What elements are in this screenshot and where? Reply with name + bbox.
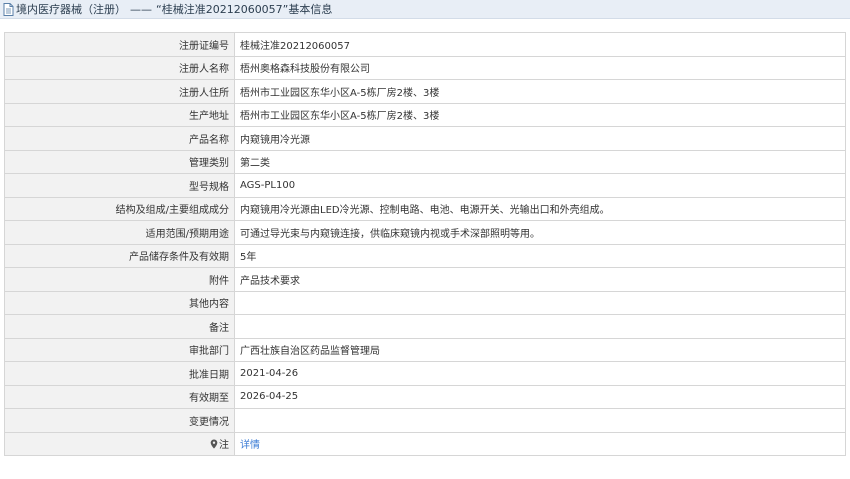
field-label-text: 注册证编号 — [179, 40, 229, 52]
table-row: 批准日期 2021-04-26 — [4, 361, 846, 386]
field-value-text: 梧州奥格森科技股份有限公司 — [240, 64, 370, 76]
field-value-text: 产品技术要求 — [240, 275, 300, 287]
field-value-text: 内窥镜用冷光源 — [240, 134, 310, 146]
field-value: 梧州市工业园区东华小区A-5栋厂房2楼、3楼 — [234, 102, 846, 127]
field-value — [234, 408, 846, 433]
field-label: 附件 — [4, 267, 235, 292]
field-label-text: 批准日期 — [189, 369, 229, 381]
table-row: 产品名称 内窥镜用冷光源 — [4, 126, 846, 151]
field-value: 可通过导光束与内窥镜连接，供临床窥镜内视或手术深部照明等用。 — [234, 220, 846, 245]
field-label: 注册人名称 — [4, 55, 235, 80]
field-value-text: 广西壮族自治区药品监督管理局 — [240, 346, 380, 358]
table-row: 审批部门 广西壮族自治区药品监督管理局 — [4, 337, 846, 362]
field-value: 广西壮族自治区药品监督管理局 — [234, 337, 846, 362]
header-section: 境内医疗器械（注册） — [16, 3, 126, 16]
field-label-text: 注册人名称 — [179, 64, 229, 76]
field-label-text: 变更情况 — [189, 416, 229, 428]
field-label: 其他内容 — [4, 290, 235, 315]
field-label-text: 产品储存条件及有效期 — [129, 252, 229, 264]
field-label: 产品储存条件及有效期 — [4, 243, 235, 268]
table-row: 结构及组成/主要组成成分 内窥镜用冷光源由LED冷光源、控制电路、电池、电源开关、… — [4, 196, 846, 221]
info-table: 注册证编号 桂械注准20212060057 注册人名称 梧州奥格森科技股份有限公司 注册… — [4, 32, 846, 456]
field-label-text: 备注 — [209, 322, 229, 334]
field-value-text: 梧州市工业园区东华小区A-5栋厂房2楼、3楼 — [240, 111, 440, 123]
field-label: 型号规格 — [4, 173, 235, 198]
field-value: 内窥镜用冷光源 — [234, 126, 846, 151]
table-row: 注册人住所 梧州市工业园区东华小区A-5栋厂房2楼、3楼 — [4, 79, 846, 104]
table-row: 生产地址 梧州市工业园区东华小区A-5栋厂房2楼、3楼 — [4, 102, 846, 127]
field-value: 梧州奥格森科技股份有限公司 — [234, 55, 846, 80]
header-record-title: “桂械注准20212060057”基本信息 — [156, 3, 333, 16]
field-value: 内窥镜用冷光源由LED冷光源、控制电路、电池、电源开关、光输出口和外壳组成。 — [234, 196, 846, 221]
table-row: 注册人名称 梧州奥格森科技股份有限公司 — [4, 55, 846, 80]
field-label-text: 适用范围/预期用途 — [145, 228, 229, 240]
field-value: 桂械注准20212060057 — [234, 32, 846, 57]
field-label: 生产地址 — [4, 102, 235, 127]
field-label-text: 附件 — [209, 275, 229, 287]
table-row: 注册证编号 桂械注准20212060057 — [4, 32, 846, 57]
field-label: 备注 — [4, 314, 235, 339]
field-value-text: 2021-04-26 — [240, 367, 299, 379]
field-label: 有效期至 — [4, 384, 235, 409]
field-value-text: 第二类 — [240, 158, 270, 170]
field-label: 审批部门 — [4, 337, 235, 362]
table-row: 注详情 — [4, 431, 846, 456]
table-row: 附件 产品技术要求 — [4, 267, 846, 292]
field-label-text: 型号规格 — [189, 181, 229, 193]
table-row: 适用范围/预期用途 可通过导光束与内窥镜连接，供临床窥镜内视或手术深部照明等用。 — [4, 220, 846, 245]
field-label-text: 注 — [219, 440, 229, 452]
table-row: 备注 — [4, 314, 846, 339]
field-label: 产品名称 — [4, 126, 235, 151]
field-value — [234, 314, 846, 339]
field-label: 注册证编号 — [4, 32, 235, 57]
field-label-text: 审批部门 — [189, 346, 229, 358]
field-value-text: 桂械注准20212060057 — [240, 40, 350, 52]
table-row: 管理类别 第二类 — [4, 149, 846, 174]
field-label-text: 注册人住所 — [179, 87, 229, 99]
field-value — [234, 290, 846, 315]
field-value: 2021-04-26 — [234, 361, 846, 386]
field-label-text: 结构及组成/主要组成成分 — [115, 205, 229, 217]
field-label-text: 产品名称 — [189, 134, 229, 146]
field-label: 变更情况 — [4, 408, 235, 433]
table-row: 产品储存条件及有效期 5年 — [4, 243, 846, 268]
field-value: 5年 — [234, 243, 846, 268]
table-row: 变更情况 — [4, 408, 846, 433]
page-header: 境内医疗器械（注册） —— “桂械注准20212060057”基本信息 — [0, 0, 850, 19]
field-label: 适用范围/预期用途 — [4, 220, 235, 245]
header-dash: —— — [130, 2, 152, 16]
field-label: 结构及组成/主要组成成分 — [4, 196, 235, 221]
document-icon — [3, 2, 14, 16]
table-row: 其他内容 — [4, 290, 846, 315]
field-label: 注册人住所 — [4, 79, 235, 104]
field-value: 2026-04-25 — [234, 384, 846, 409]
field-label-text: 有效期至 — [189, 393, 229, 405]
table-row: 型号规格 AGS-PL100 — [4, 173, 846, 198]
field-label-text: 其他内容 — [189, 299, 229, 311]
field-value-text: 梧州市工业园区东华小区A-5栋厂房2楼、3楼 — [240, 87, 440, 99]
field-value-text: 可通过导光束与内窥镜连接，供临床窥镜内视或手术深部照明等用。 — [240, 228, 540, 240]
field-value-text: 5年 — [240, 252, 257, 264]
field-label-text: 管理类别 — [189, 158, 229, 170]
field-value: 产品技术要求 — [234, 267, 846, 292]
field-value-text: AGS-PL100 — [240, 179, 296, 191]
field-value: 第二类 — [234, 149, 846, 174]
field-value: 梧州市工业园区东华小区A-5栋厂房2楼、3楼 — [234, 79, 846, 104]
field-label: 批准日期 — [4, 361, 235, 386]
field-label: 管理类别 — [4, 149, 235, 174]
table-row: 有效期至 2026-04-25 — [4, 384, 846, 409]
details-link[interactable]: 详情 — [240, 440, 260, 451]
field-value-text: 内窥镜用冷光源由LED冷光源、控制电路、电池、电源开关、光输出口和外壳组成。 — [240, 205, 610, 217]
field-label: 注 — [4, 431, 235, 456]
field-value: 详情 — [234, 431, 846, 456]
field-label-text: 生产地址 — [189, 111, 229, 123]
map-pin-icon — [210, 439, 218, 449]
field-value-text: 2026-04-25 — [240, 391, 299, 403]
field-value: AGS-PL100 — [234, 173, 846, 198]
